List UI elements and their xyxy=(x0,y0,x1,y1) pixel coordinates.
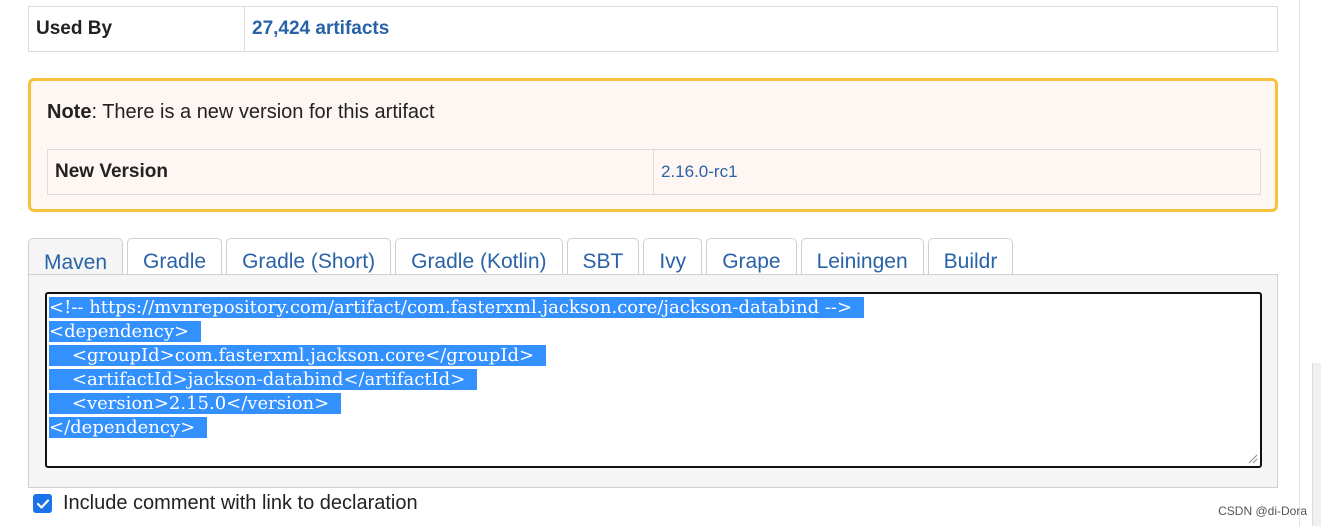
tab-gradle-kotlin[interactable]: Gradle (Kotlin) xyxy=(395,238,563,275)
code-line: </dependency> xyxy=(49,416,1258,440)
code-line: <dependency> xyxy=(49,320,1258,344)
resize-grip-icon[interactable] xyxy=(1246,452,1258,464)
code-line-text: <dependency> xyxy=(49,321,202,342)
page-scrollbar[interactable] xyxy=(1312,363,1321,526)
tab-buildr[interactable]: Buildr xyxy=(927,238,1014,275)
tab-sbt[interactable]: SBT xyxy=(566,238,640,275)
new-version-label: New Version xyxy=(48,150,654,194)
checkmark-icon xyxy=(36,498,49,509)
tab-gradle-short[interactable]: Gradle (Short) xyxy=(226,238,392,275)
tab-leiningen[interactable]: Leiningen xyxy=(800,238,924,275)
used-by-label: Used By xyxy=(29,7,245,51)
tab-grape[interactable]: Grape xyxy=(706,238,797,275)
tab-panel: <!-- https://mvnrepository.com/artifact/… xyxy=(28,274,1278,488)
code-line-text: </dependency> xyxy=(49,417,208,438)
include-comment-option: Include comment with link to declaration xyxy=(33,492,418,515)
code-line-text: <artifactId>jackson-databind</artifactId… xyxy=(49,369,478,390)
code-line: <artifactId>jackson-databind</artifactId… xyxy=(49,368,1258,392)
tab-ivy[interactable]: Ivy xyxy=(643,238,703,275)
dependency-snippet-textarea[interactable]: <!-- https://mvnrepository.com/artifact/… xyxy=(45,292,1262,468)
used-by-link[interactable]: 27,424 artifacts xyxy=(245,7,1277,51)
note-prefix: Note xyxy=(47,101,92,123)
code-line-text: <version>2.15.0</version> xyxy=(49,393,342,414)
include-comment-label: Include comment with link to declaration xyxy=(63,492,418,514)
tab-gradle[interactable]: Gradle xyxy=(127,238,223,275)
code-line-text: <!-- https://mvnrepository.com/artifact/… xyxy=(49,297,865,318)
build-tool-tabs: Maven Gradle Gradle (Short) Gradle (Kotl… xyxy=(28,238,1017,276)
new-version-note: Note: There is a new version for this ar… xyxy=(28,78,1278,212)
note-text: Note: There is a new version for this ar… xyxy=(47,101,435,124)
code-line-text: <groupId>com.fasterxml.jackson.core</gro… xyxy=(49,345,547,366)
note-message: : There is a new version for this artifa… xyxy=(91,101,435,123)
code-line: <groupId>com.fasterxml.jackson.core</gro… xyxy=(49,344,1258,368)
include-comment-checkbox[interactable] xyxy=(33,494,52,513)
tab-maven[interactable]: Maven xyxy=(28,238,124,276)
watermark: CSDN @di-Dora xyxy=(1218,504,1307,518)
used-by-table: Used By 27,424 artifacts xyxy=(28,6,1278,52)
code-line: <!-- https://mvnrepository.com/artifact/… xyxy=(49,296,1258,320)
new-version-link[interactable]: 2.16.0-rc1 xyxy=(654,150,1260,194)
code-line: <version>2.15.0</version> xyxy=(49,392,1258,416)
main-content: Used By 27,424 artifacts Note: There is … xyxy=(0,0,1300,526)
new-version-table: New Version 2.16.0-rc1 xyxy=(47,149,1261,195)
